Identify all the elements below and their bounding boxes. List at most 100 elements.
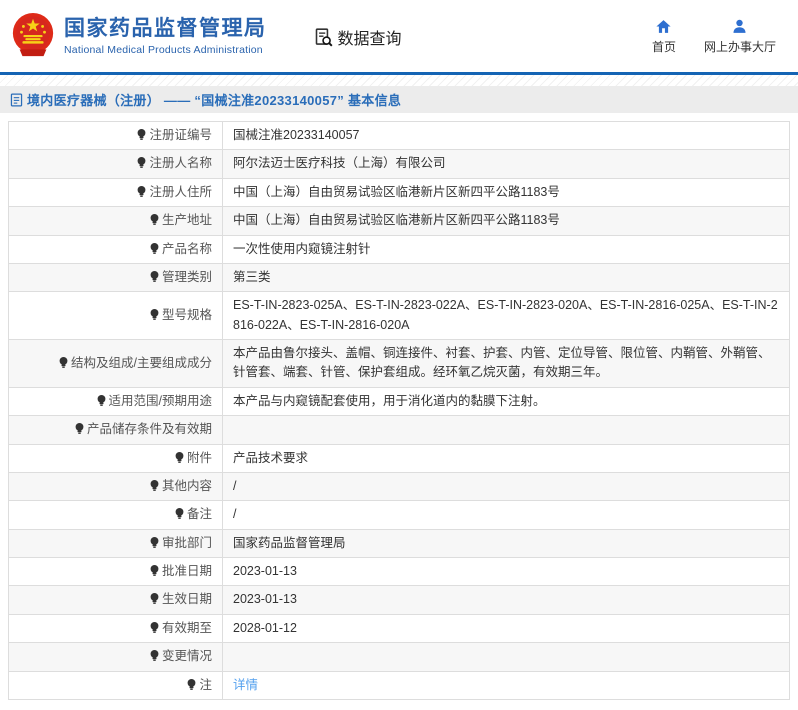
row-value: 产品技术要求 — [222, 443, 790, 473]
row-value: 中国（上海）自由贸易试验区临港新片区新四平公路1183号 — [222, 206, 790, 236]
row-label: 备注 — [8, 500, 223, 530]
table-row: 有效期至 2028-01-12 — [8, 613, 790, 644]
table-row: 适用范围/预期用途 本产品与内窥镜配套使用，用于消化道内的黏膜下注射。 — [8, 386, 790, 417]
document-icon — [10, 93, 23, 106]
note-icon — [75, 423, 84, 434]
note-icon — [97, 394, 105, 406]
site-title-block: 国家药品监督管理局 National Medical Products Admi… — [64, 16, 267, 55]
note-icon — [150, 536, 159, 548]
row-value: 第三类 — [222, 262, 790, 293]
row-value — [222, 642, 790, 672]
row-label-text: 产品名称 — [161, 241, 212, 256]
row-label: 产品名称 — [8, 234, 223, 264]
table-row: 其他内容 / — [8, 471, 790, 502]
header-nav: 首页 网上办事大厅 — [652, 18, 776, 55]
row-label-text: 型号规格 — [161, 307, 212, 322]
table-row: 备注 / — [8, 500, 790, 530]
row-label: 结构及组成/主要组成成分 — [8, 339, 223, 388]
row-label: 其他内容 — [8, 471, 223, 502]
row-value: 本产品由鲁尔接头、盖帽、铜连接件、衬套、护套、内管、定位导管、限位管、内鞘管、外… — [222, 339, 790, 388]
row-label-text: 批准日期 — [161, 564, 212, 578]
data-query-icon — [315, 27, 332, 46]
table-row: 注册证编号 国械注准20233140057 — [8, 120, 790, 151]
breadcrumb-text: 境内医疗器械（注册） —— “国械注准20233140057” 基本信息 — [27, 93, 402, 108]
row-label: 有效期至 — [8, 613, 223, 644]
site-header: 国家药品监督管理局 National Medical Products Admi… — [0, 0, 798, 72]
note-icon — [150, 565, 159, 576]
row-label: 注册人住所 — [8, 177, 223, 208]
table-row: 变更情况 — [8, 642, 790, 672]
nav-item-home-label: 首页 — [651, 39, 676, 54]
row-label-text: 注册人名称 — [149, 156, 212, 171]
note-icon — [175, 508, 184, 520]
row-label-text: 管理类别 — [161, 269, 212, 284]
row-label: 注 — [8, 670, 223, 700]
note-icon — [150, 593, 159, 605]
table-row: 注册人住所 中国（上海）自由贸易试验区临港新片区新四平公路1183号 — [8, 177, 790, 208]
note-icon — [150, 270, 159, 282]
table-row: 注 详情 — [8, 670, 790, 700]
note-icon — [150, 242, 159, 254]
row-label: 批准日期 — [8, 556, 223, 587]
home-icon — [656, 19, 672, 33]
note-icon — [59, 356, 68, 368]
note-icon — [150, 308, 159, 320]
row-label: 型号规格 — [8, 291, 223, 340]
row-label-text: 注 — [199, 677, 212, 692]
note-icon — [175, 451, 184, 463]
row-label-text: 结构及组成/主要组成成分 — [71, 355, 212, 370]
row-value: 2023-01-13 — [222, 585, 790, 615]
data-query-nav[interactable]: 数据查询 — [313, 25, 402, 49]
row-label-text: 注册证编号 — [149, 128, 212, 142]
nav-item-service-hall[interactable]: 网上办事大厅 — [704, 18, 776, 55]
row-label: 产品储存条件及有效期 — [8, 415, 223, 445]
table-row: 产品名称 一次性使用内窥镜注射针 — [8, 234, 790, 264]
table-row: 结构及组成/主要组成成分 本产品由鲁尔接头、盖帽、铜连接件、衬套、护套、内管、定… — [8, 339, 790, 388]
table-row: 生产地址 中国（上海）自由贸易试验区临港新片区新四平公路1183号 — [8, 206, 790, 236]
row-value: 中国（上海）自由贸易试验区临港新片区新四平公路1183号 — [222, 177, 790, 208]
table-row: 产品储存条件及有效期 — [8, 415, 790, 445]
table-row: 管理类别 第三类 — [8, 262, 790, 293]
row-label: 注册证编号 — [8, 120, 223, 151]
row-label-text: 有效期至 — [161, 620, 212, 635]
row-label-text: 变更情况 — [161, 649, 212, 664]
data-query-label: 数据查询 — [337, 31, 402, 48]
row-value: / — [222, 500, 790, 530]
table-row: 附件 产品技术要求 — [8, 443, 790, 473]
note-icon — [150, 479, 159, 491]
row-label: 注册人名称 — [8, 149, 223, 179]
row-label-text: 其他内容 — [161, 478, 212, 493]
nav-item-home[interactable]: 首页 — [652, 18, 676, 55]
table-row: 型号规格 ES-T-IN-2823-025A、ES-T-IN-2823-022A… — [8, 291, 790, 340]
row-value: 阿尔法迈士医疗科技（上海）有限公司 — [222, 149, 790, 179]
detail-link[interactable]: 详情 — [233, 678, 258, 692]
breadcrumb: 境内医疗器械（注册） —— “国械注准20233140057” 基本信息 — [0, 86, 798, 113]
row-label-text: 生产地址 — [161, 213, 212, 228]
hatch-strip — [0, 75, 798, 86]
person-icon — [733, 19, 747, 33]
row-label-text: 附件 — [186, 450, 212, 465]
note-icon — [138, 129, 146, 140]
row-value: / — [222, 471, 790, 502]
row-label-text: 适用范围/预期用途 — [108, 393, 212, 408]
row-label: 管理类别 — [8, 262, 223, 293]
registration-info-table: 注册证编号 国械注准20233140057 注册人名称 阿尔法迈士医疗科技（上海… — [8, 120, 790, 700]
table-row: 生效日期 2023-01-13 — [8, 585, 790, 615]
row-value: ES-T-IN-2823-025A、ES-T-IN-2823-022A、ES-T… — [222, 291, 790, 340]
note-icon — [150, 214, 159, 225]
table-row: 注册人名称 阿尔法迈士医疗科技（上海）有限公司 — [8, 149, 790, 179]
row-label: 生效日期 — [8, 585, 223, 615]
note-icon — [188, 678, 196, 690]
row-value: 详情 — [222, 670, 790, 700]
table-row: 审批部门 国家药品监督管理局 — [8, 528, 790, 559]
row-label-text: 生效日期 — [161, 592, 212, 607]
row-label-text: 审批部门 — [161, 535, 212, 550]
row-value: 国家药品监督管理局 — [222, 528, 790, 559]
note-icon — [150, 621, 159, 633]
row-label: 附件 — [8, 443, 223, 473]
row-label-text: 注册人住所 — [149, 184, 212, 199]
registration-info-section: 注册证编号 国械注准20233140057 注册人名称 阿尔法迈士医疗科技（上海… — [8, 120, 790, 700]
row-label-text: 产品储存条件及有效期 — [86, 422, 212, 437]
row-label: 生产地址 — [8, 206, 223, 236]
national-emblem-logo — [12, 13, 54, 57]
